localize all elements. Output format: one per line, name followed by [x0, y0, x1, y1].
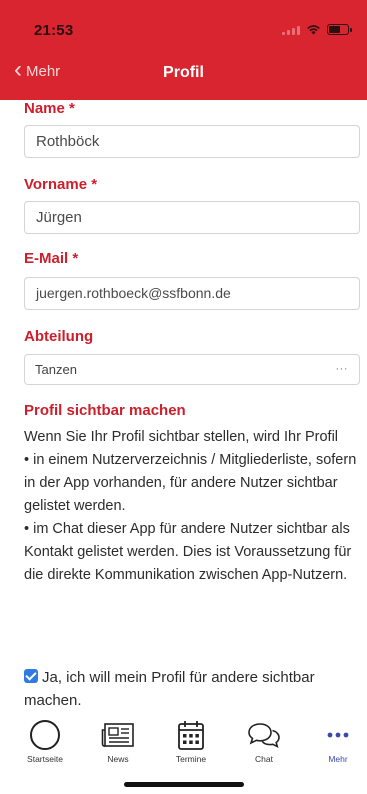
visibility-description: Wenn Sie Ihr Profil sichtbar stellen, wi… — [24, 426, 360, 587]
status-icons — [282, 24, 352, 35]
tab-startseite[interactable]: Startseite — [17, 718, 73, 764]
abteilung-label: Abteilung — [24, 328, 94, 345]
tab-termine[interactable]: Termine — [163, 718, 219, 764]
consent-checkbox[interactable] — [24, 669, 38, 683]
tab-news[interactable]: News — [90, 718, 146, 764]
tab-label-startseite: Startseite — [27, 754, 63, 764]
consent-label: Ja, ich will mein Profil für andere sich… — [24, 669, 315, 709]
visibility-heading: Profil sichtbar machen — [24, 402, 186, 419]
tab-label-news: News — [107, 754, 129, 764]
status-time: 21:53 — [34, 22, 74, 39]
status-bar: 21:53 — [0, 0, 367, 52]
more-dots-icon: ··· — [335, 363, 348, 375]
calendar-icon — [163, 718, 219, 752]
vorname-label: Vorname * — [24, 176, 98, 193]
tab-label-termine: Termine — [175, 754, 207, 764]
tab-mehr[interactable]: Mehr — [310, 718, 366, 764]
tab-chat[interactable]: Chat — [236, 718, 292, 764]
home-indicator — [124, 782, 244, 787]
vorname-field[interactable]: Jürgen — [24, 201, 360, 234]
tab-label-chat: Chat — [255, 754, 273, 764]
abteilung-select[interactable]: Tanzen ··· — [24, 354, 360, 385]
email-label: E-Mail * — [24, 250, 79, 267]
newspaper-icon — [90, 718, 146, 752]
visibility-intro: Wenn Sie Ihr Profil sichtbar stellen, wi… — [24, 429, 339, 445]
tab-label-mehr: Mehr — [328, 754, 348, 764]
visibility-bullet-chat: • im Chat dieser App für andere Nutzer s… — [24, 521, 352, 583]
chat-bubbles-icon — [236, 718, 292, 752]
abteilung-value: Tanzen — [35, 362, 77, 377]
app-header: 21:53 ‹ Mehr Profil — [0, 0, 367, 100]
page-title: Profil — [163, 64, 204, 81]
visibility-consent[interactable]: Ja, ich will mein Profil für andere sich… — [24, 666, 360, 712]
name-field[interactable]: Rothböck — [24, 125, 360, 158]
battery-icon — [327, 24, 352, 35]
circle-icon — [17, 718, 73, 752]
visibility-bullet-directory: • in einem Nutzerverzeichnis / Mitgliede… — [24, 452, 357, 514]
more-dots-icon — [310, 718, 366, 752]
wifi-icon — [307, 25, 320, 35]
name-label: Name * — [24, 100, 75, 117]
cellular-signal-icon — [282, 25, 300, 35]
email-field[interactable]: juergen.rothboeck@ssfbonn.de — [24, 277, 360, 310]
